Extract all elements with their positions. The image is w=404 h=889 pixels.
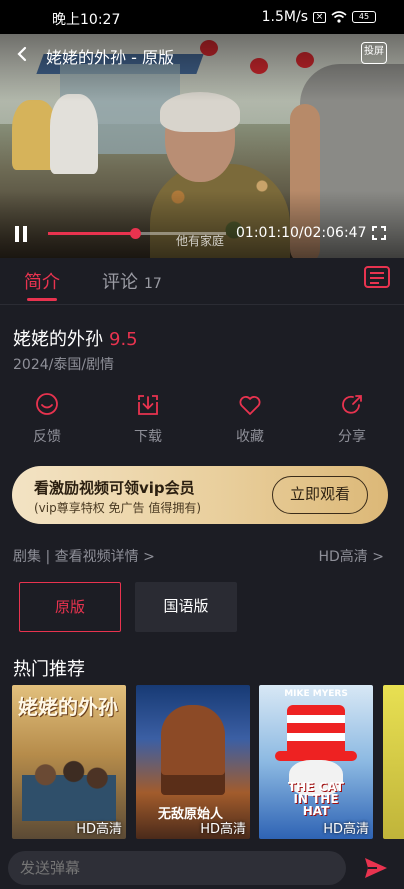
episodes-link[interactable]: 剧集 | 查看视频详情 > bbox=[13, 546, 155, 566]
heart-icon bbox=[239, 396, 261, 415]
movie-rating: 9.5 bbox=[109, 329, 138, 350]
network-speed: 1.5M/s bbox=[261, 9, 308, 25]
poster-art-names: MIKE MYERS bbox=[284, 689, 348, 699]
favorite-button[interactable]: 收藏 bbox=[215, 392, 285, 446]
hd-badge: HD高清 bbox=[323, 822, 369, 837]
vip-subtitle: (vip尊享特权 免广告 值得拥有) bbox=[34, 501, 202, 515]
video-player[interactable]: 姥姥的外孙 - 原版 投屏 他有家庭 01:01:10/02:06:47 bbox=[0, 34, 404, 258]
poster-art-text: THE CAT IN THE HAT bbox=[288, 780, 344, 818]
poster-art-text: 姥姥的外孙 bbox=[18, 695, 118, 719]
recommendation-poster[interactable] bbox=[383, 685, 404, 839]
danmaku-bar bbox=[0, 845, 404, 889]
version-original-button[interactable]: 原版 bbox=[19, 582, 121, 632]
cast-icon[interactable]: 投屏 bbox=[361, 42, 387, 64]
recommendation-poster[interactable]: MIKE MYERS THE CAT IN THE HAT HD高清 bbox=[259, 685, 373, 839]
recommendation-list: 姥姥的外孙 HD高清 无敌原始人 HD高清 MIKE MYERS THE CAT… bbox=[0, 685, 404, 840]
detail-tabs: 简介 评论 17 bbox=[0, 258, 404, 304]
download-button[interactable]: 下载 bbox=[113, 392, 183, 446]
tab-active-indicator bbox=[27, 298, 57, 301]
status-indicators: 1.5M/s × 45 bbox=[262, 9, 376, 25]
feedback-label: 反馈 bbox=[33, 429, 61, 445]
tab-comments[interactable]: 评论 17 bbox=[102, 268, 162, 294]
version-mandarin-button[interactable]: 国语版 bbox=[135, 582, 237, 632]
watch-now-button[interactable]: 立即观看 bbox=[272, 476, 368, 514]
danmaku-toggle-icon[interactable] bbox=[364, 266, 390, 288]
tab-comments-label: 评论 bbox=[102, 272, 138, 293]
fullscreen-icon[interactable] bbox=[372, 226, 386, 240]
wifi-icon bbox=[331, 11, 347, 23]
timecode: 01:01:10/02:06:47 bbox=[236, 225, 367, 241]
recommendation-poster[interactable]: 无敌原始人 HD高清 bbox=[136, 685, 250, 839]
no-sim-icon: × bbox=[313, 11, 326, 23]
send-icon[interactable] bbox=[364, 857, 388, 879]
hd-badge: HD高清 bbox=[76, 822, 122, 837]
comments-count: 17 bbox=[144, 276, 162, 292]
recommendation-poster[interactable]: 姥姥的外孙 HD高清 bbox=[12, 685, 126, 839]
quality-link[interactable]: HD高清 > bbox=[319, 546, 385, 566]
movie-title: 姥姥的外孙 9.5 bbox=[13, 325, 138, 351]
battery-icon: 45 bbox=[352, 11, 376, 23]
action-row: 反馈 下载 收藏 分享 bbox=[0, 392, 404, 452]
movie-name: 姥姥的外孙 bbox=[13, 329, 103, 350]
vip-title: 看激励视频可领vip会员 bbox=[34, 479, 195, 497]
hot-section-title: 热门推荐 bbox=[13, 659, 85, 680]
favorite-label: 收藏 bbox=[236, 429, 264, 445]
poster-art-hat bbox=[287, 705, 345, 755]
poster-art-castle bbox=[161, 705, 225, 795]
vip-banner[interactable]: 看激励视频可领vip会员 (vip尊享特权 免广告 值得拥有) 立即观看 bbox=[12, 466, 388, 524]
share-icon bbox=[342, 395, 362, 414]
status-bar: 晚上10:27 1.5M/s × 45 bbox=[0, 0, 404, 34]
pause-icon[interactable] bbox=[14, 226, 28, 242]
video-title: 姥姥的外孙 - 原版 bbox=[46, 48, 174, 67]
back-arrow-icon[interactable] bbox=[14, 46, 30, 62]
danmaku-input[interactable] bbox=[8, 851, 346, 885]
feedback-button[interactable]: 反馈 bbox=[12, 392, 82, 446]
share-button[interactable]: 分享 bbox=[317, 392, 387, 446]
feedback-icon bbox=[36, 393, 58, 415]
share-label: 分享 bbox=[338, 429, 366, 445]
hd-badge: HD高清 bbox=[200, 822, 246, 837]
download-label: 下载 bbox=[134, 429, 162, 445]
progress-knob[interactable] bbox=[129, 228, 141, 239]
tabs-divider bbox=[0, 304, 404, 305]
progress-fill bbox=[48, 232, 135, 235]
download-icon bbox=[138, 395, 158, 415]
status-time: 晚上10:27 bbox=[52, 12, 121, 28]
tab-intro[interactable]: 简介 bbox=[24, 268, 60, 294]
video-subtitle: 他有家庭 bbox=[176, 234, 225, 248]
poster-art-figures bbox=[22, 755, 116, 821]
movie-meta: 2024/泰国/剧情 bbox=[13, 357, 115, 373]
